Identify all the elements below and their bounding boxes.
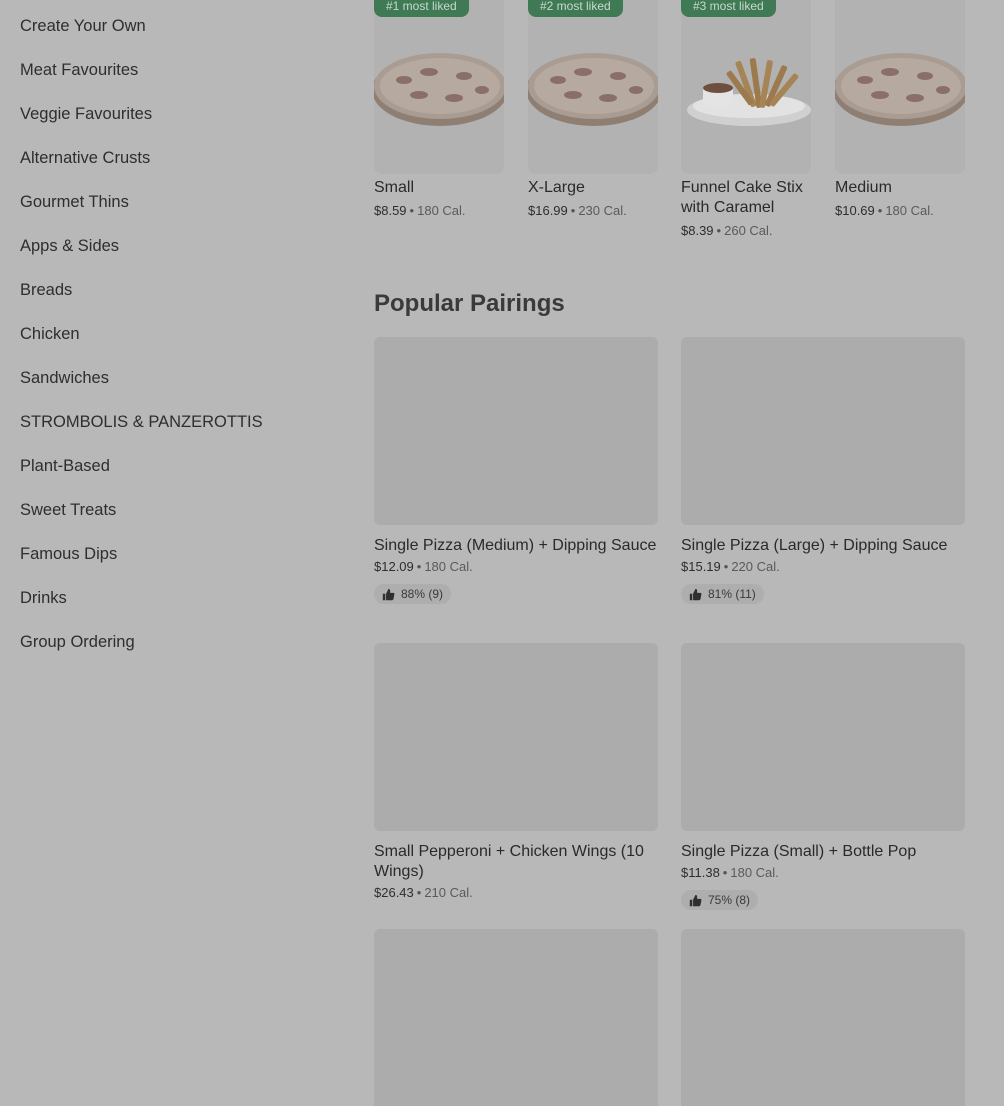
most-liked-badge: #3 most liked <box>681 0 776 17</box>
pizza-icon <box>374 53 504 126</box>
separator-dot: • <box>716 223 722 238</box>
pairing-image[interactable] <box>681 929 965 1106</box>
item-calories: 230 Cal. <box>578 203 627 218</box>
item-image[interactable] <box>528 0 658 174</box>
pairing-calories: 210 Cal. <box>424 885 473 900</box>
item-price: $10.69 <box>835 203 875 218</box>
pairing-price: $26.43 <box>374 885 414 900</box>
pairing-calories: 220 Cal. <box>731 559 780 574</box>
sidebar-item-meat-favourites[interactable]: Meat Favourites <box>20 60 138 80</box>
pairing-image[interactable] <box>681 337 965 525</box>
sidebar-item-plant-based[interactable]: Plant-Based <box>20 456 110 476</box>
pairing-calories: 180 Cal. <box>730 865 779 880</box>
pairing-card[interactable] <box>681 929 965 1106</box>
pairing-card[interactable]: Small Pepperoni + Chicken Wings (10 Wing… <box>374 643 658 901</box>
item-price-row: $16.99 • 230 Cal. <box>528 203 627 219</box>
most-liked-card[interactable]: #1 most liked Small $8.59 • 180 Cal. <box>374 0 504 218</box>
pizza-icon <box>528 53 658 126</box>
sidebar-item-sweet-treats[interactable]: Sweet Treats <box>20 500 116 520</box>
pairing-price-row: $11.38 • 180 Cal. <box>681 865 965 881</box>
item-image[interactable] <box>835 0 965 174</box>
pairing-price-row: $26.43 • 210 Cal. <box>374 885 658 901</box>
most-liked-badge: #2 most liked <box>528 0 623 17</box>
pairing-title: Single Pizza (Large) + Dipping Sauce <box>681 537 948 554</box>
item-title: Funnel Cake Stix with Caramel <box>681 179 803 216</box>
pairing-price: $15.19 <box>681 559 721 574</box>
sidebar-item-sandwiches[interactable]: Sandwiches <box>20 368 109 388</box>
pairing-card[interactable]: Single Pizza (Medium) + Dipping Sauce $1… <box>374 337 658 606</box>
separator-dot: • <box>723 559 729 574</box>
separator-dot: • <box>416 885 422 900</box>
sidebar-item-create-your-own[interactable]: Create Your Own <box>20 16 146 36</box>
most-liked-card[interactable]: #2 most liked X-Large $16.99 • 230 Cal. <box>528 0 658 218</box>
item-image[interactable] <box>374 0 504 174</box>
pairing-image[interactable] <box>681 643 965 831</box>
item-price: $8.59 <box>374 203 407 218</box>
like-rating-badge: 88% (9) <box>374 584 452 604</box>
pairing-card[interactable]: Single Pizza (Small) + Bottle Pop $11.38… <box>681 643 965 912</box>
most-liked-card[interactable]: Medium $10.69 • 180 Cal. <box>835 0 965 218</box>
pairing-calories: 180 Cal. <box>424 559 473 574</box>
item-price-row: $8.39 • 260 Cal. <box>681 223 773 239</box>
thumbs-up-icon <box>689 588 702 600</box>
thumbs-up-icon <box>382 588 395 600</box>
like-rating-badge: 75% (8) <box>681 890 759 910</box>
most-liked-badge: #1 most liked <box>374 0 469 17</box>
most-liked-card[interactable]: #3 most liked Funnel Cake Stix with Cara… <box>681 0 811 238</box>
item-title: X-Large <box>528 179 585 196</box>
pairing-price: $12.09 <box>374 559 414 574</box>
sidebar-item-strombolis-panzerottis[interactable]: STROMBOLIS & PANZEROTTIS <box>20 412 263 432</box>
sidebar-item-group-ordering[interactable]: Group Ordering <box>20 632 135 652</box>
section-title-popular-pairings: Popular Pairings <box>374 290 565 317</box>
item-title: Medium <box>835 179 892 196</box>
pairing-title: Single Pizza (Medium) + Dipping Sauce <box>374 537 657 554</box>
item-price-row: $10.69 • 180 Cal. <box>835 203 934 219</box>
separator-dot: • <box>409 203 415 218</box>
sidebar-item-alternative-crusts[interactable]: Alternative Crusts <box>20 148 150 168</box>
like-rating-badge: 81% (11) <box>681 584 764 604</box>
sidebar-item-veggie-favourites[interactable]: Veggie Favourites <box>20 104 152 124</box>
pairing-price: $11.38 <box>681 865 720 880</box>
sidebar-item-gourmet-thins[interactable]: Gourmet Thins <box>20 192 129 212</box>
sidebar-item-breads[interactable]: Breads <box>20 280 72 300</box>
item-price: $16.99 <box>528 203 568 218</box>
sidebar-item-apps-sides[interactable]: Apps & Sides <box>20 236 119 256</box>
pairing-image[interactable] <box>374 337 658 525</box>
item-price-row: $8.59 • 180 Cal. <box>374 203 466 219</box>
pairing-image[interactable] <box>374 929 658 1106</box>
like-rating-text: 75% (8) <box>708 893 751 907</box>
item-calories: 260 Cal. <box>724 223 773 238</box>
like-rating-text: 81% (11) <box>708 587 756 601</box>
pairing-price-row: $12.09 • 180 Cal. <box>374 559 658 575</box>
separator-dot: • <box>722 865 728 880</box>
separator-dot: • <box>416 559 422 574</box>
item-calories: 180 Cal. <box>885 203 934 218</box>
item-price: $8.39 <box>681 223 714 238</box>
pairing-image[interactable] <box>374 643 658 831</box>
pairing-card[interactable]: Single Pizza (Large) + Dipping Sauce $15… <box>681 337 965 606</box>
thumbs-up-icon <box>689 894 702 906</box>
item-calories: 180 Cal. <box>417 203 466 218</box>
item-title: Small <box>374 179 415 196</box>
pairing-card[interactable] <box>374 929 658 1106</box>
pizza-icon <box>835 53 965 126</box>
pairing-title: Single Pizza (Small) + Bottle Pop <box>681 843 917 860</box>
pairing-title: Small Pepperoni + Chicken Wings (10 Wing… <box>374 843 644 880</box>
separator-dot: • <box>877 203 883 218</box>
separator-dot: • <box>570 203 576 218</box>
sidebar-item-famous-dips[interactable]: Famous Dips <box>20 544 117 564</box>
fries-icon <box>687 58 811 126</box>
sidebar-item-drinks[interactable]: Drinks <box>20 588 67 608</box>
item-image[interactable] <box>681 0 811 174</box>
like-rating-text: 88% (9) <box>401 587 444 601</box>
pairing-price-row: $15.19 • 220 Cal. <box>681 559 965 575</box>
sidebar-item-chicken[interactable]: Chicken <box>20 324 80 344</box>
